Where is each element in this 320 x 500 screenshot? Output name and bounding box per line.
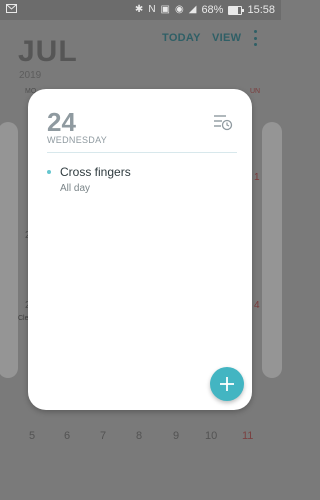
date-fragment: 4	[254, 300, 260, 311]
date-cell[interactable]: 6	[64, 430, 70, 442]
status-bar: ✱ N ▣ ◉ ◢ 68% 15:58	[0, 0, 281, 20]
previous-day-card[interactable]	[0, 122, 18, 378]
battery-percentage: 68%	[201, 4, 224, 16]
signal-icon: ◢	[188, 4, 197, 15]
year-label: 2019	[19, 70, 42, 81]
event-time: All day	[60, 183, 91, 194]
event-item[interactable]: Cross fingers All day	[47, 165, 237, 199]
view-button[interactable]: VIEW	[212, 32, 241, 44]
wifi-icon: ◉	[175, 4, 184, 15]
plus-icon	[220, 377, 234, 391]
next-day-card[interactable]	[262, 122, 282, 378]
battery-icon	[228, 5, 245, 15]
date-cell[interactable]: 8	[136, 430, 142, 442]
add-event-button[interactable]	[210, 367, 244, 401]
clock: 15:58	[247, 4, 275, 16]
header-divider	[47, 152, 237, 153]
date-cell[interactable]: 5	[29, 430, 35, 442]
date-fragment: 1	[254, 172, 260, 183]
mail-icon	[6, 4, 17, 16]
event-color-dot	[47, 170, 51, 174]
date-cell[interactable]: 10	[205, 430, 217, 442]
status-left	[6, 4, 17, 16]
date-cell[interactable]: 11	[242, 430, 253, 442]
volte-icon: ▣	[160, 4, 170, 15]
month-title: JUL	[18, 35, 78, 68]
event-fragment: Cle	[18, 315, 29, 322]
day-name: WEDNESDAY	[47, 135, 108, 145]
nfc-icon: N	[148, 4, 156, 15]
more-options-icon[interactable]	[252, 30, 258, 46]
agenda-list-icon[interactable]	[213, 113, 233, 131]
event-title: Cross fingers	[60, 165, 131, 179]
date-cell[interactable]: 7	[100, 430, 106, 442]
day-detail-dialog: 24 WEDNESDAY Cross fingers All day	[28, 89, 252, 410]
date-cell[interactable]: 9	[173, 430, 179, 442]
weekday-header-right: UN	[250, 88, 261, 95]
status-right: ✱ N ▣ ◉ ◢ 68% 15:58	[135, 4, 275, 16]
day-number: 24	[47, 107, 76, 137]
today-button[interactable]: TODAY	[162, 32, 201, 44]
bluetooth-icon: ✱	[134, 4, 144, 15]
